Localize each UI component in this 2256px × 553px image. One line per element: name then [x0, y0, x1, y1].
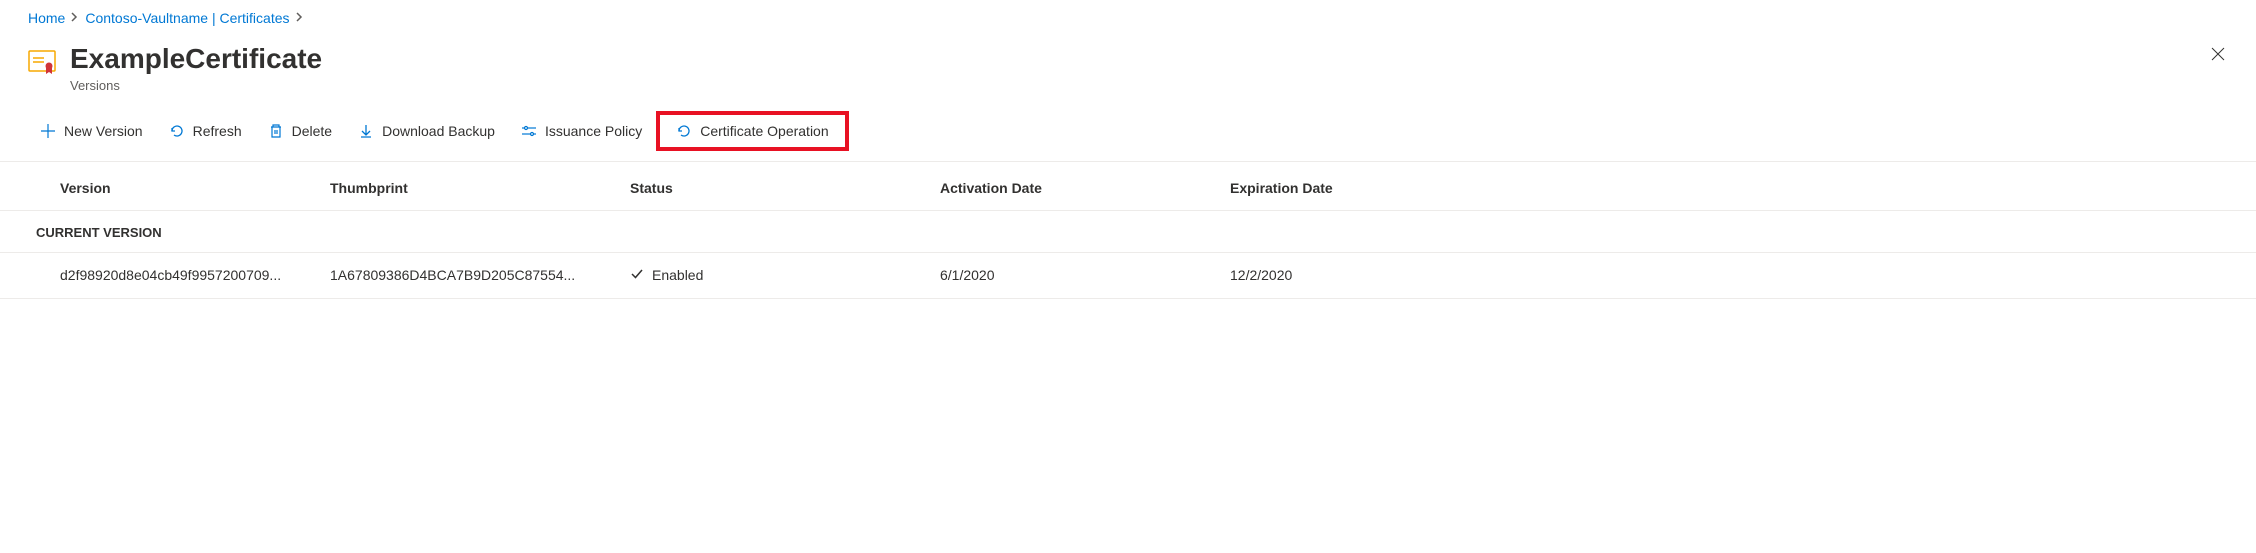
table-row[interactable]: d2f98920d8e04cb49f9957200709... 1A678093… [0, 253, 2256, 299]
status-text: Enabled [652, 267, 703, 283]
toolbar-label: Issuance Policy [545, 123, 642, 139]
refresh-icon [676, 123, 692, 139]
check-icon [630, 267, 644, 284]
delete-button[interactable]: Delete [256, 117, 344, 145]
column-thumbprint[interactable]: Thumbprint [330, 180, 630, 196]
refresh-button[interactable]: Refresh [157, 117, 254, 145]
breadcrumb-vault[interactable]: Contoso-Vaultname | Certificates [85, 10, 289, 26]
column-version[interactable]: Version [60, 180, 330, 196]
trash-icon [268, 123, 284, 139]
breadcrumb-home[interactable]: Home [28, 10, 65, 26]
certificate-icon [28, 48, 56, 79]
toolbar-label: Delete [292, 123, 332, 139]
column-expiration-date[interactable]: Expiration Date [1230, 180, 2236, 196]
page-subtitle: Versions [70, 78, 2236, 93]
breadcrumb: Home Contoso-Vaultname | Certificates [0, 0, 2256, 34]
certificate-operation-button[interactable]: Certificate Operation [664, 117, 840, 145]
plus-icon [40, 123, 56, 139]
download-icon [358, 123, 374, 139]
cell-status: Enabled [630, 267, 940, 284]
cell-version: d2f98920d8e04cb49f9957200709... [60, 267, 330, 283]
chevron-right-icon [71, 11, 79, 25]
cell-activation-date: 6/1/2020 [940, 267, 1230, 283]
toolbar-label: Download Backup [382, 123, 495, 139]
column-status[interactable]: Status [630, 180, 940, 196]
highlight-box: Certificate Operation [656, 111, 848, 151]
section-current-version: CURRENT VERSION [0, 211, 2256, 253]
table-header: Version Thumbprint Status Activation Dat… [0, 162, 2256, 211]
close-button[interactable] [2206, 42, 2230, 66]
cell-thumbprint: 1A67809386D4BCA7B9D205C87554... [330, 267, 630, 283]
column-activation-date[interactable]: Activation Date [940, 180, 1230, 196]
toolbar-label: Certificate Operation [700, 123, 828, 139]
toolbar-label: New Version [64, 123, 143, 139]
download-backup-button[interactable]: Download Backup [346, 117, 507, 145]
toolbar: New Version Refresh Delete Download Back… [0, 105, 2256, 162]
cell-expiration-date: 12/2/2020 [1230, 267, 2236, 283]
chevron-right-icon [296, 11, 304, 25]
issuance-policy-button[interactable]: Issuance Policy [509, 117, 654, 145]
toolbar-label: Refresh [193, 123, 242, 139]
page-title: ExampleCertificate [70, 42, 2236, 76]
page-header: ExampleCertificate Versions [0, 34, 2256, 105]
new-version-button[interactable]: New Version [28, 117, 155, 145]
settings-icon [521, 123, 537, 139]
refresh-icon [169, 123, 185, 139]
